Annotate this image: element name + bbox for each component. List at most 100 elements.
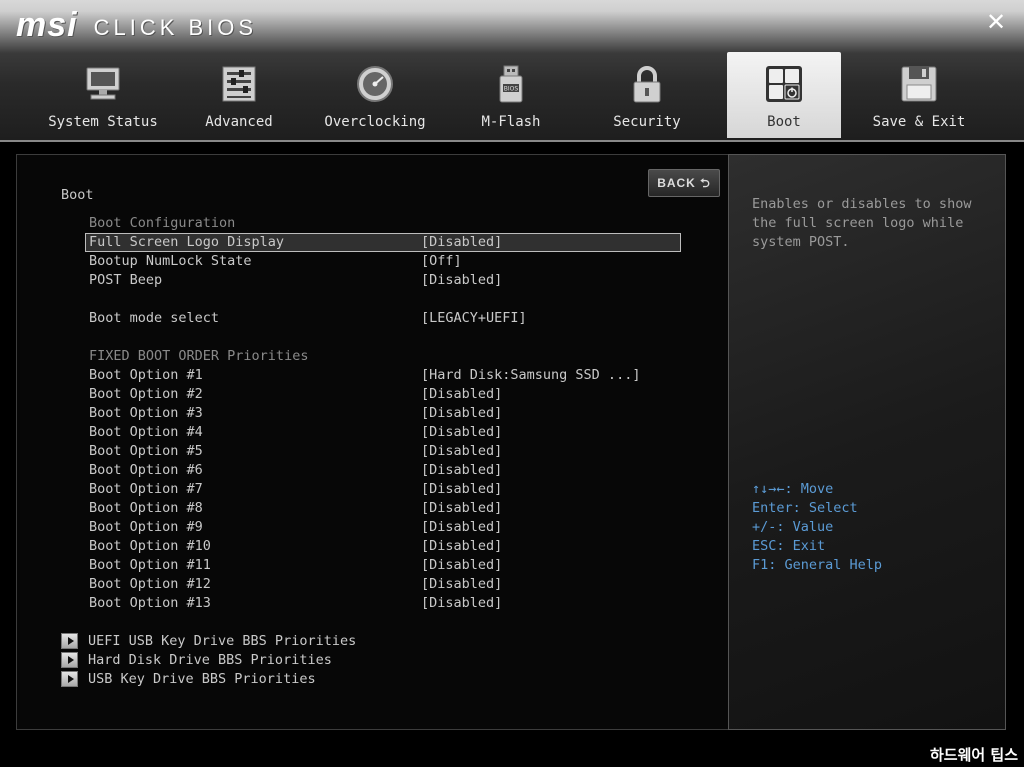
section-header-fixed-boot-order: FIXED BOOT ORDER Priorities [89, 348, 309, 364]
setting-value: [Disabled] [421, 538, 503, 554]
setting-name: Full Screen Logo Display [89, 234, 285, 250]
setting-value: [Disabled] [421, 500, 503, 516]
tab-overclocking[interactable]: Overclocking [318, 52, 432, 138]
boot-option-5[interactable]: Boot Option #5 [Disabled] [85, 442, 681, 461]
help-description-line: system POST. [752, 234, 850, 250]
close-button[interactable]: ✕ [984, 10, 1008, 34]
tab-save-exit[interactable]: Save & Exit [862, 52, 976, 138]
submenu-arrow-icon [61, 652, 78, 668]
top-tabs: System Status Advanced Overclocking BIOS… [0, 52, 1024, 138]
setting-value: [Disabled] [421, 481, 503, 497]
boot-option-4[interactable]: Boot Option #4 [Disabled] [85, 423, 681, 442]
submenu-hard-disk-drive-bbs[interactable]: Hard Disk Drive BBS Priorities [61, 651, 361, 670]
tab-label: System Status [48, 114, 158, 130]
boot-option-7[interactable]: Boot Option #7 [Disabled] [85, 480, 681, 499]
setting-name: Boot Option #8 [89, 500, 203, 516]
setting-boot-mode-select[interactable]: Boot mode select [LEGACY+UEFI] [85, 309, 681, 328]
setting-name: Boot Option #1 [89, 367, 203, 383]
setting-value: [Disabled] [421, 234, 503, 250]
setting-name: Boot Option #11 [89, 557, 211, 573]
boot-keys-icon [766, 66, 802, 102]
monitor-icon [86, 67, 120, 100]
boot-option-9[interactable]: Boot Option #9 [Disabled] [85, 518, 681, 537]
setting-value: [Disabled] [421, 386, 503, 402]
click-bios-title: CLICK BIOS [93, 15, 258, 40]
tab-label: Save & Exit [872, 114, 966, 130]
tab-label: Security [613, 114, 681, 130]
sliders-icon [222, 66, 256, 102]
setting-name: Boot Option #13 [89, 595, 211, 611]
boot-option-3[interactable]: Boot Option #3 [Disabled] [85, 404, 681, 423]
padlock-icon [633, 66, 661, 103]
setting-name: Boot Option #7 [89, 481, 203, 497]
setting-value: [Disabled] [421, 272, 503, 288]
boot-option-10[interactable]: Boot Option #10 [Disabled] [85, 537, 681, 556]
submenu-uefi-usb-key-drive-bbs[interactable]: UEFI USB Key Drive BBS Priorities [61, 632, 381, 651]
tab-advanced[interactable]: Advanced [182, 52, 296, 138]
tab-system-status[interactable]: System Status [46, 52, 160, 138]
setting-value: [Disabled] [421, 576, 503, 592]
boot-option-8[interactable]: Boot Option #8 [Disabled] [85, 499, 681, 518]
submenu-arrow-icon [61, 671, 78, 687]
setting-name: Boot Option #12 [89, 576, 211, 592]
msi-click-bios-logo: msi CLICK BIOS [16, 6, 257, 42]
submenu-label: UEFI USB Key Drive BBS Priorities [88, 633, 357, 649]
watermark: 하드웨어 팁스 [929, 746, 1018, 764]
tab-label: Advanced [205, 114, 273, 130]
boot-option-6[interactable]: Boot Option #6 [Disabled] [85, 461, 681, 480]
msi-logo: msi [16, 6, 78, 44]
help-description-line: Enables or disables to show [752, 196, 972, 212]
tab-label: Boot [767, 114, 801, 130]
key-hint-value: +/-: Value [752, 519, 834, 535]
boot-settings-panel: BACK ⮌ Boot Boot Configuration Full Scre… [16, 154, 730, 730]
setting-value: [Disabled] [421, 443, 503, 459]
tab-boot[interactable]: Boot [727, 52, 841, 138]
tab-label: M-Flash [481, 114, 541, 130]
setting-value: [Disabled] [421, 595, 503, 611]
floppy-disk-icon [901, 66, 937, 102]
setting-value: [Disabled] [421, 424, 503, 440]
setting-name: Boot Option #4 [89, 424, 203, 440]
tab-security[interactable]: Security [590, 52, 704, 138]
key-hint-move: ↑↓→←: Move [752, 481, 834, 497]
key-hint-general-help: F1: General Help [752, 557, 883, 573]
setting-value: [Disabled] [421, 557, 503, 573]
key-hint-exit: ESC: Exit [752, 538, 826, 554]
bios-header: msi CLICK BIOS ✕ System Status Advanced … [0, 0, 1024, 142]
setting-name: Boot Option #10 [89, 538, 211, 554]
key-hint-select: Enter: Select [752, 500, 858, 516]
svg-text:BIOS: BIOS [504, 86, 519, 93]
help-panel: Enables or disables to show the full scr… [728, 154, 1006, 730]
tab-m-flash[interactable]: BIOS M-Flash [454, 52, 568, 138]
setting-value: [Off] [421, 253, 462, 269]
setting-name: Boot mode select [89, 310, 220, 326]
section-header-boot-configuration: Boot Configuration [89, 215, 236, 231]
setting-value: [Disabled] [421, 405, 503, 421]
setting-name: POST Beep [89, 272, 163, 288]
setting-name: Boot Option #2 [89, 386, 203, 402]
boot-option-1[interactable]: Boot Option #1 [Hard Disk:Samsung SSD ..… [85, 366, 681, 385]
boot-option-2[interactable]: Boot Option #2 [Disabled] [85, 385, 681, 404]
help-description-line: the full screen logo while [752, 215, 964, 231]
boot-option-13[interactable]: Boot Option #13 [Disabled] [85, 594, 681, 613]
boot-option-11[interactable]: Boot Option #11 [Disabled] [85, 556, 681, 575]
submenu-label: Hard Disk Drive BBS Priorities [88, 652, 332, 668]
setting-value: [Hard Disk:Samsung SSD ...] [421, 367, 641, 383]
gauge-icon [357, 66, 393, 102]
setting-name: Boot Option #9 [89, 519, 203, 535]
setting-value: [LEGACY+UEFI] [421, 310, 527, 326]
submenu-usb-key-drive-bbs[interactable]: USB Key Drive BBS Priorities [61, 670, 341, 689]
setting-value: [Disabled] [421, 519, 503, 535]
setting-name: Boot Option #3 [89, 405, 203, 421]
back-button[interactable]: BACK ⮌ [648, 169, 720, 197]
setting-full-screen-logo-display[interactable]: Full Screen Logo Display [Disabled] [85, 233, 681, 252]
setting-name: Boot Option #5 [89, 443, 203, 459]
submenu-arrow-icon [61, 633, 78, 649]
setting-post-beep[interactable]: POST Beep [Disabled] [85, 271, 681, 290]
setting-name: Boot Option #6 [89, 462, 203, 478]
boot-option-12[interactable]: Boot Option #12 [Disabled] [85, 575, 681, 594]
page-title: Boot [61, 187, 94, 203]
setting-bootup-numlock-state[interactable]: Bootup NumLock State [Off] [85, 252, 681, 271]
setting-name: Bootup NumLock State [89, 253, 252, 269]
tab-label: Overclocking [324, 114, 426, 130]
